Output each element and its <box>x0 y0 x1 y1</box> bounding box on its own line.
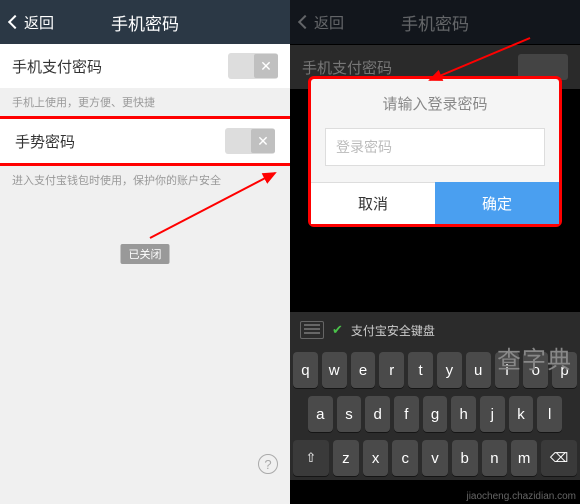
gesture-desc: 进入支付宝钱包时使用，保护你的账户安全 <box>0 166 290 194</box>
chevron-left-icon <box>8 15 22 29</box>
watermark-url: jiaocheng.chazidian.com <box>466 491 576 502</box>
keyboard: ✔ 支付宝安全键盘 qwertyuiop asdfghjkl ⇧zxcvbnm⌫ <box>290 312 580 480</box>
key-z[interactable]: z <box>333 440 359 476</box>
key-j[interactable]: j <box>480 396 505 432</box>
placeholder-text: 登录密码 <box>336 137 392 157</box>
login-password-dialog: 请输入登录密码 登录密码 取消 确定 <box>308 76 562 227</box>
key-f[interactable]: f <box>394 396 419 432</box>
key-k[interactable]: k <box>509 396 534 432</box>
header-right: 返回 手机密码 <box>290 0 580 44</box>
key-c[interactable]: c <box>392 440 418 476</box>
cancel-button[interactable]: 取消 <box>311 182 435 224</box>
gesture-label: 手势密码 <box>15 131 75 152</box>
watermark-logo: 查字典 <box>497 340 572 375</box>
key-d[interactable]: d <box>365 396 390 432</box>
payment-toggle[interactable]: ✕ <box>228 53 278 79</box>
password-input[interactable]: 登录密码 <box>325 128 545 166</box>
key-r[interactable]: r <box>379 352 404 388</box>
key-⌫[interactable]: ⌫ <box>541 440 577 476</box>
key-n[interactable]: n <box>482 440 508 476</box>
confirm-button[interactable]: 确定 <box>435 182 559 224</box>
key-h[interactable]: h <box>451 396 476 432</box>
key-g[interactable]: g <box>423 396 448 432</box>
page-title: 手机密码 <box>401 10 469 35</box>
shield-icon: ✔ <box>332 322 343 338</box>
keyboard-switch-icon[interactable] <box>300 321 324 339</box>
close-icon: ✕ <box>251 129 275 153</box>
key-e[interactable]: e <box>351 352 376 388</box>
key-w[interactable]: w <box>322 352 347 388</box>
key-u[interactable]: u <box>466 352 491 388</box>
back-label: 返回 <box>24 12 54 33</box>
payment-password-row[interactable]: 手机支付密码 ✕ <box>0 44 290 88</box>
key-v[interactable]: v <box>422 440 448 476</box>
key-a[interactable]: a <box>308 396 333 432</box>
key-l[interactable]: l <box>537 396 562 432</box>
back-button[interactable]: 返回 <box>0 12 64 33</box>
key-y[interactable]: y <box>437 352 462 388</box>
dialog-title: 请输入登录密码 <box>311 79 559 128</box>
payment-label: 手机支付密码 <box>12 56 102 77</box>
chevron-left-icon <box>298 15 312 29</box>
key-x[interactable]: x <box>363 440 389 476</box>
key-t[interactable]: t <box>408 352 433 388</box>
back-button: 返回 <box>290 12 354 33</box>
closed-badge: 已关闭 <box>121 244 170 264</box>
header-left: 返回 手机密码 <box>0 0 290 44</box>
keyboard-label: 支付宝安全键盘 <box>351 322 435 339</box>
gesture-password-row[interactable]: 手势密码 ✕ <box>0 119 290 163</box>
close-icon: ✕ <box>254 54 278 78</box>
page-title: 手机密码 <box>111 10 179 35</box>
key-b[interactable]: b <box>452 440 478 476</box>
payment-desc: 手机上使用，更方便、更快捷 <box>0 88 290 116</box>
key-q[interactable]: q <box>293 352 318 388</box>
key-s[interactable]: s <box>337 396 362 432</box>
help-icon[interactable]: ? <box>258 454 278 474</box>
key-m[interactable]: m <box>511 440 537 476</box>
back-label: 返回 <box>314 12 344 33</box>
key-⇧[interactable]: ⇧ <box>293 440 329 476</box>
gesture-toggle[interactable]: ✕ <box>225 128 275 154</box>
